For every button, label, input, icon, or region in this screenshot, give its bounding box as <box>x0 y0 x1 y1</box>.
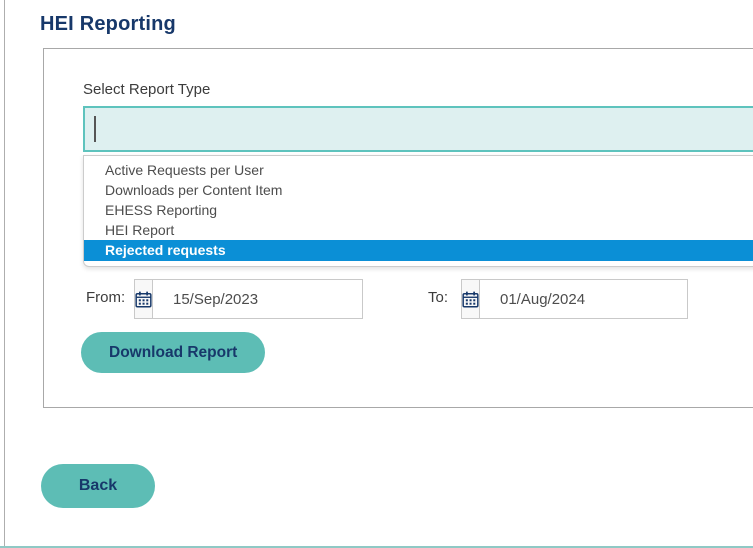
to-calendar-button[interactable] <box>462 280 480 318</box>
from-calendar-button[interactable] <box>135 280 153 318</box>
back-button[interactable]: Back <box>41 464 155 508</box>
dropdown-option-active-requests[interactable]: Active Requests per User <box>84 160 753 180</box>
dropdown-option-downloads-per-item[interactable]: Downloads per Content Item <box>84 180 753 200</box>
text-cursor <box>94 116 96 142</box>
report-type-dropdown: Active Requests per User Downloads per C… <box>83 155 753 267</box>
dropdown-option-ehess-reporting[interactable]: EHESS Reporting <box>84 200 753 220</box>
dropdown-option-rejected-requests[interactable]: Rejected requests <box>84 240 753 261</box>
from-date-input[interactable] <box>153 280 372 318</box>
select-report-type-label: Select Report Type <box>83 81 210 98</box>
to-date-group <box>461 279 688 319</box>
download-report-button[interactable]: Download Report <box>81 332 265 373</box>
calendar-icon <box>462 291 479 308</box>
date-range-row: From: <box>44 279 753 319</box>
to-label: To: <box>428 289 448 306</box>
report-type-select[interactable] <box>83 106 753 152</box>
dropdown-option-hei-report[interactable]: HEI Report <box>84 220 753 240</box>
report-panel: Select Report Type Active Requests per U… <box>43 48 753 408</box>
to-date-input[interactable] <box>480 280 699 318</box>
page-title: HEI Reporting <box>40 13 176 36</box>
calendar-icon <box>135 291 152 308</box>
from-date-group <box>134 279 363 319</box>
from-label: From: <box>86 289 125 306</box>
page-left-edge-line <box>4 0 5 548</box>
